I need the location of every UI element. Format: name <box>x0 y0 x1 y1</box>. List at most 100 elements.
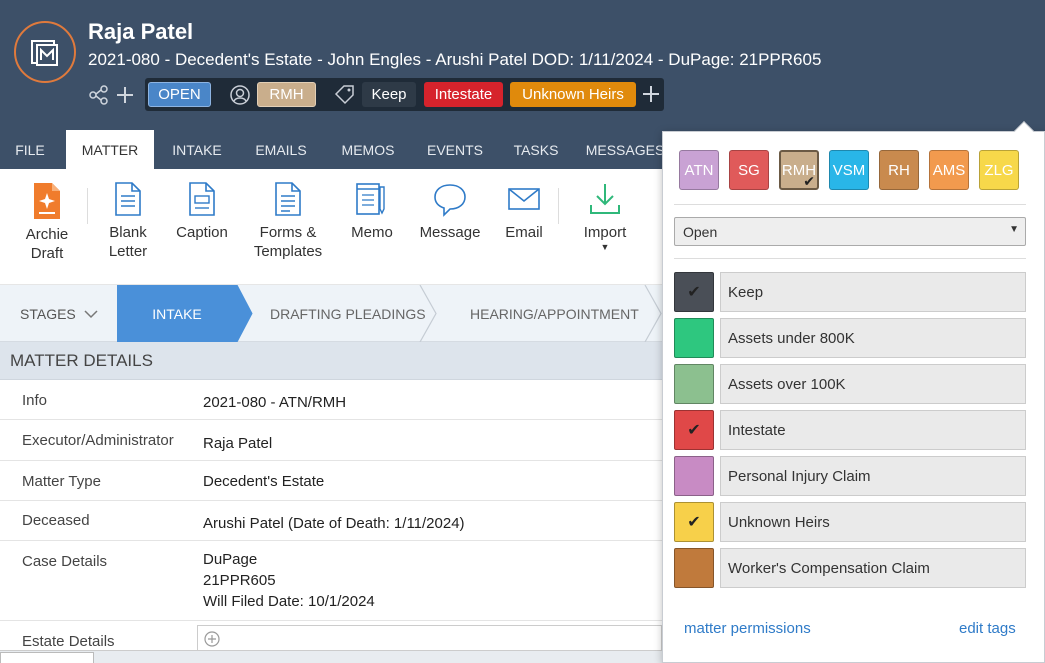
import-button[interactable]: Import ▼ <box>574 181 636 252</box>
detail-value[interactable]: Arushi Patel (Date of Death: 1/11/2024) <box>203 513 465 534</box>
detail-row-info: Info 2021-080 - ATN/RMH <box>0 380 662 420</box>
bottom-tab-active[interactable] <box>0 652 94 663</box>
caption-label: Caption <box>176 224 228 241</box>
add-circle-icon[interactable] <box>204 631 220 647</box>
bottom-tabs <box>0 650 662 663</box>
matter-tag-bar: OPEN RMH Keep Intestate Unknown Heirs <box>145 78 664 111</box>
user-chip-sg[interactable]: SG <box>729 150 769 190</box>
download-icon <box>590 184 620 214</box>
user-chip-vsm[interactable]: VSM <box>829 150 869 190</box>
tab-events[interactable]: EVENTS <box>418 130 492 169</box>
check-icon: ✔ <box>803 173 815 189</box>
user-chip-rmh[interactable]: RMH ✔ <box>779 150 819 190</box>
tag-swatch[interactable]: ✔ <box>674 502 714 542</box>
detail-value[interactable]: 2021-080 - ATN/RMH <box>203 392 346 413</box>
detail-label: Deceased <box>22 512 90 529</box>
user-chip-rh[interactable]: RH <box>879 150 919 190</box>
tag-swatch[interactable] <box>674 318 714 358</box>
user-tag[interactable]: RMH <box>257 82 316 107</box>
detail-label: Estate Details <box>22 633 115 650</box>
tab-matter[interactable]: MATTER <box>66 130 154 169</box>
import-dropdown-icon[interactable]: ▼ <box>574 242 636 252</box>
email-button[interactable]: Email <box>498 181 550 242</box>
tag-swatch[interactable] <box>674 364 714 404</box>
archie-draft-label-2: Draft <box>30 245 64 262</box>
panel-divider <box>674 258 1026 259</box>
tag-swatch[interactable] <box>674 548 714 588</box>
status-select-value: Open <box>683 223 718 240</box>
matter-permissions-link[interactable]: matter permissions <box>684 620 811 637</box>
memo-label: Memo <box>351 224 393 241</box>
tag-intestate[interactable]: Intestate <box>424 82 503 107</box>
tab-emails[interactable]: EMAILS <box>244 130 318 169</box>
tag-option-label[interactable]: Keep <box>720 272 1026 312</box>
archie-draft-icon <box>34 183 60 219</box>
archie-draft-button[interactable]: Archie Draft <box>18 181 76 263</box>
user-chip-zlg[interactable]: ZLG <box>979 150 1019 190</box>
email-label: Email <box>505 224 543 241</box>
stage-intake[interactable]: INTAKE <box>117 285 237 342</box>
tag-unknown-heirs[interactable]: Unknown Heirs <box>510 82 636 107</box>
message-label: Message <box>419 224 481 241</box>
tag-option-label[interactable]: Intestate <box>720 410 1026 450</box>
matter-avatar[interactable] <box>14 21 76 83</box>
add-tag-icon[interactable] <box>641 84 661 104</box>
detail-value[interactable]: Raja Patel <box>203 433 272 454</box>
detail-value[interactable]: Decedent's Estate <box>203 471 324 492</box>
check-icon: ✔ <box>687 284 701 301</box>
check-icon: ✔ <box>687 514 701 531</box>
check-icon: ✔ <box>687 422 701 439</box>
stage-drafting-pleadings[interactable]: DRAFTING PLEADINGS <box>270 285 426 342</box>
tab-file[interactable]: FILE <box>0 130 60 169</box>
tag-option-label[interactable]: Assets under 800K <box>720 318 1026 358</box>
matter-subtitle: 2021-080 - Decedent's Estate - John Engl… <box>88 50 822 69</box>
memo-button[interactable]: Memo <box>344 181 400 242</box>
stage-hearing-appointment[interactable]: HEARING/APPOINTMENT <box>470 285 639 342</box>
user-icon <box>230 85 250 105</box>
user-chip-ams[interactable]: AMS <box>929 150 969 190</box>
detail-label: Case Details <box>22 553 108 570</box>
estate-details-field[interactable] <box>197 625 662 651</box>
caption-icon <box>189 182 215 216</box>
message-button[interactable]: Message <box>418 181 482 242</box>
caret-down-icon: ▼ <box>1009 224 1019 235</box>
tags-popup-panel: ATN SG RMH ✔ VSM RH AMS ZLG Open ▼ ✔ Kee… <box>662 121 1045 663</box>
tag-option-label[interactable]: Unknown Heirs <box>720 502 1026 542</box>
tag-swatch[interactable]: ✔ <box>674 410 714 450</box>
status-select[interactable]: Open ▼ <box>674 217 1026 246</box>
tab-messages[interactable]: MESSAGES <box>580 130 670 169</box>
add-relationship-icon[interactable] <box>114 84 136 106</box>
user-chip-atn[interactable]: ATN <box>679 150 719 190</box>
matter-header: Raja Patel 2021-080 - Decedent's Estate … <box>0 0 1045 130</box>
case-county: DuPage <box>203 551 258 568</box>
detail-row-case-details: Case Details DuPage 21PPR605 Will Filed … <box>0 541 662 621</box>
detail-label: Info <box>22 392 48 409</box>
tag-option-label[interactable]: Worker's Compensation Claim <box>720 548 1026 588</box>
tag-keep[interactable]: Keep <box>362 82 416 107</box>
status-tag[interactable]: OPEN <box>148 82 211 107</box>
edit-tags-link[interactable]: edit tags <box>959 620 1016 637</box>
tag-option-label[interactable]: Assets over 100K <box>720 364 1026 404</box>
detail-row-executor: Executor/Administrator Raja Patel <box>0 420 662 461</box>
blank-letter-button[interactable]: Blank Letter <box>98 181 158 261</box>
toolbar-separator <box>87 188 88 224</box>
tab-memos[interactable]: MEMOS <box>330 130 406 169</box>
document-icon <box>115 182 141 216</box>
caption-button[interactable]: Caption <box>172 181 232 242</box>
blank-letter-label: Blank <box>109 224 147 241</box>
forms-icon <box>275 182 301 216</box>
detail-label: Executor/Administrator <box>22 432 174 449</box>
tag-option-label[interactable]: Personal Injury Claim <box>720 456 1026 496</box>
message-icon <box>434 184 466 217</box>
tab-tasks[interactable]: TASKS <box>503 130 569 169</box>
tag-swatch[interactable]: ✔ <box>674 272 714 312</box>
detail-row-deceased: Deceased Arushi Patel (Date of Death: 1/… <box>0 501 662 541</box>
matter-folder-icon <box>31 40 58 66</box>
tag-icon <box>334 85 354 105</box>
tag-swatch[interactable] <box>674 456 714 496</box>
relationship-icon[interactable] <box>88 84 110 106</box>
tab-intake[interactable]: INTAKE <box>160 130 234 169</box>
forms-templates-button[interactable]: Forms & Templates <box>252 181 324 261</box>
blank-letter-label-2: Letter <box>108 243 148 260</box>
detail-value[interactable]: DuPage 21PPR605 Will Filed Date: 10/1/20… <box>203 549 375 612</box>
